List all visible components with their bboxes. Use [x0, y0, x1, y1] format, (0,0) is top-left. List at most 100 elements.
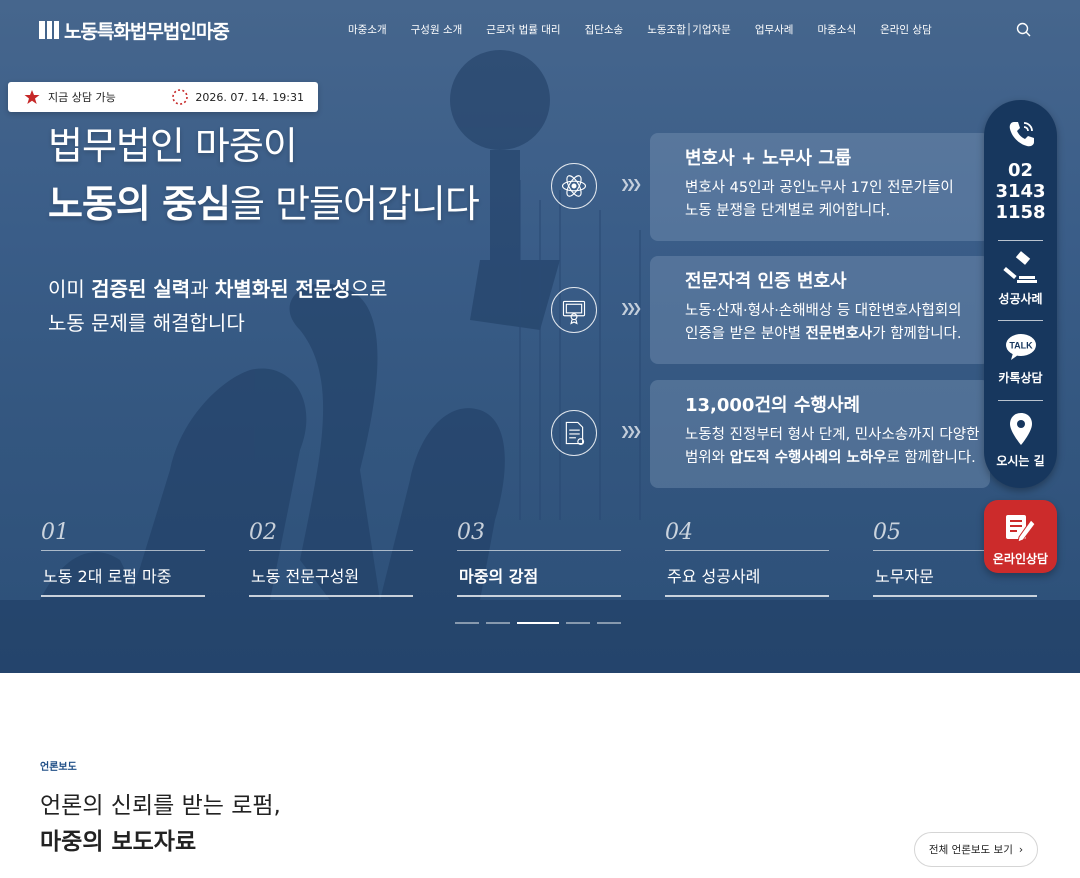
feature-desc-line2: 인증을 받은 분야별 전문변호사가 함께합니다.: [685, 323, 990, 346]
main-nav: 마중소개 구성원 소개 근로자 법률 대리 집단소송 노동조합│기업자문 업무사…: [336, 22, 944, 37]
feature-card-1: 변호사 + 노무사 그룹 변호사 45인과 공인노무사 17인 전문가들이 노동…: [650, 133, 990, 241]
kakao-badge-text: TALK: [1009, 341, 1033, 351]
nav-item-online-consult[interactable]: 온라인 상담: [868, 22, 944, 37]
sidebar-divider: [998, 400, 1043, 401]
subhead-text-a: 이미: [48, 277, 92, 301]
kakao-consult-label: 카톡상담: [998, 371, 1043, 385]
view-all-press-label: 전체 언론보도 보기: [928, 844, 1013, 856]
feature-title: 변호사 + 노무사 그룹: [685, 148, 852, 169]
subhead-line1: 이미 검증된 실력과 차별화된 전문성으로: [48, 272, 387, 306]
nav-item-class-action[interactable]: 집단소송: [573, 22, 636, 37]
nav-item-worker-rep[interactable]: 근로자 법률 대리: [474, 22, 572, 37]
section-tag: 언론보도: [40, 762, 77, 773]
tab-underline: [457, 595, 621, 597]
site-logo[interactable]: 노동특화법무법인마중: [38, 16, 230, 44]
logo-text: 노동특화법무법인마중: [64, 20, 230, 43]
tab-law-firm[interactable]: 01 노동 2대 로펌 마중: [41, 520, 205, 597]
feature-desc-text: 범위와: [685, 450, 730, 466]
feature-desc-text: 인증을 받은 분야별: [685, 326, 806, 342]
tab-label: 노동 전문구성원: [251, 567, 360, 586]
availability-text: 지금 상담 가능: [48, 91, 116, 104]
loading-spinner-icon: [172, 89, 189, 105]
subhead-emphasis-1: 검증된 실력: [91, 277, 191, 301]
feature-desc-emphasis: 압도적 수행사례의 노하우: [729, 450, 887, 466]
feature-title: 13,000건의 수행사례: [685, 395, 861, 416]
directions-button[interactable]: 오시는 길: [984, 412, 1057, 469]
headline-line2: 노동의 중심을 만들어갑니다: [48, 174, 480, 234]
feature-desc-line1: 노동·산재·형사·손해배상 등 대한변호사협회의: [685, 303, 962, 319]
tab-strengths[interactable]: 03 마중의 강점: [457, 520, 621, 597]
feature-card-2: 전문자격 인증 변호사 노동·산재·형사·손해배상 등 대한변호사협회의 인증을…: [650, 256, 990, 364]
subhead-text-e: 으로: [350, 277, 388, 301]
atom-icon: [551, 163, 597, 209]
slider-dot[interactable]: [517, 622, 559, 624]
search-icon[interactable]: [1015, 21, 1033, 39]
tab-underline: [665, 595, 829, 597]
tab-number: 01: [41, 520, 69, 545]
slider-dot[interactable]: [455, 622, 479, 624]
map-pin-icon: [1009, 413, 1032, 445]
kakaotalk-icon: TALK: [1005, 334, 1036, 360]
chevron-right-icon: ›: [1018, 843, 1024, 856]
sidebar-divider: [998, 240, 1043, 241]
hero-section: 노동특화법무법인마중 마중소개 구성원 소개 근로자 법률 대리 집단소송 노동…: [0, 0, 1080, 673]
hero-subheadline: 이미 검증된 실력과 차별화된 전문성으로 노동 문제를 해결합니다: [48, 272, 387, 340]
tab-success-cases[interactable]: 04 주요 성공사례: [665, 520, 829, 597]
phone-number-part: 1158: [995, 202, 1046, 223]
tab-underline: [873, 595, 1037, 597]
slider-dot[interactable]: [566, 622, 590, 624]
tab-underline: [41, 595, 205, 597]
slider-dot[interactable]: [597, 622, 621, 624]
star-icon: [24, 90, 40, 104]
tab-underline: [249, 595, 413, 597]
directions-label: 오시는 길: [996, 454, 1045, 468]
feature-desc-line1: 변호사 45인과 공인노무사 17인 전문가들이: [685, 180, 954, 196]
feature-desc-line2: 노동 분쟁을 단계별로 케어합니다.: [685, 203, 891, 219]
phone-number-part: 02: [1007, 160, 1034, 181]
consult-status-bar: 지금 상담 가능 2026. 07. 14. 19:31: [8, 82, 318, 112]
slider-dot[interactable]: [486, 622, 510, 624]
datetime-text: 2026. 07. 14. 19:31: [195, 90, 304, 104]
chevrons-icon: ❯❯❯: [620, 177, 642, 191]
nav-item-news[interactable]: 마중소식: [805, 22, 868, 37]
nav-item-cases[interactable]: 업무사례: [743, 22, 806, 37]
headline-emphasis: 노동의 중심: [48, 182, 231, 226]
headline-line1: 법무법인 마중이: [48, 124, 298, 168]
nav-item-about[interactable]: 마중소개: [336, 22, 399, 37]
success-cases-button[interactable]: 성공사례: [984, 250, 1057, 307]
quick-menu-sidebar: 02 3143 1158 성공사례 TALK 카톡상담 오시는 길: [984, 100, 1057, 488]
online-consult-button[interactable]: 온라인상담: [984, 500, 1057, 573]
kakao-consult-button[interactable]: TALK 카톡상담: [984, 332, 1057, 386]
document-icon: [551, 410, 597, 456]
tab-number: 02: [249, 520, 277, 545]
success-cases-label: 성공사례: [998, 292, 1043, 306]
subhead-emphasis-2: 차별화된 전문성: [214, 277, 351, 301]
gavel-icon: [1002, 251, 1037, 283]
nav-item-members[interactable]: 구성원 소개: [399, 22, 475, 37]
chevrons-icon: ❯❯❯: [620, 301, 642, 315]
nav-item-union-corp[interactable]: 노동조합│기업자문: [635, 22, 743, 37]
subhead-text-c: 과: [190, 277, 215, 301]
view-all-press-button[interactable]: 전체 언론보도 보기 ›: [914, 832, 1038, 867]
logo-mark-icon: [39, 21, 59, 39]
feature-desc-line1: 노동청 진정부터 형사 단계, 민사소송까지 다양한: [685, 427, 980, 443]
chevrons-icon: ❯❯❯: [620, 424, 642, 438]
feature-desc-text: 가 함께합니다.: [872, 326, 962, 342]
tab-number: 03: [457, 520, 485, 545]
hero-headline: 법무법인 마중이 노동의 중심을 만들어갑니다: [48, 118, 480, 234]
tab-number: 04: [665, 520, 693, 545]
phone-call-button[interactable]: 02 3143 1158: [984, 118, 1057, 223]
feature-card-3: 13,000건의 수행사례 노동청 진정부터 형사 단계, 민사소송까지 다양한…: [650, 380, 990, 488]
headline-rest: 을 만들어갑니다: [230, 182, 480, 226]
section-title: 언론의 신뢰를 받는 로펌, 마중의 보도자료: [40, 788, 281, 860]
certificate-icon: [551, 287, 597, 333]
site-header: 노동특화법무법인마중 마중소개 구성원 소개 근로자 법률 대리 집단소송 노동…: [0, 0, 1080, 60]
sidebar-divider: [998, 320, 1043, 321]
online-consult-label: 온라인상담: [992, 552, 1049, 566]
tab-members[interactable]: 02 노동 전문구성원: [249, 520, 413, 597]
slider-pagination: [455, 622, 628, 624]
subhead-line2: 노동 문제를 해결합니다: [48, 311, 245, 335]
tab-label: 노동 2대 로펌 마중: [43, 567, 172, 586]
write-form-icon: [1006, 515, 1036, 543]
feature-desc-line2: 범위와 압도적 수행사례의 노하우로 함께합니다.: [685, 447, 990, 470]
